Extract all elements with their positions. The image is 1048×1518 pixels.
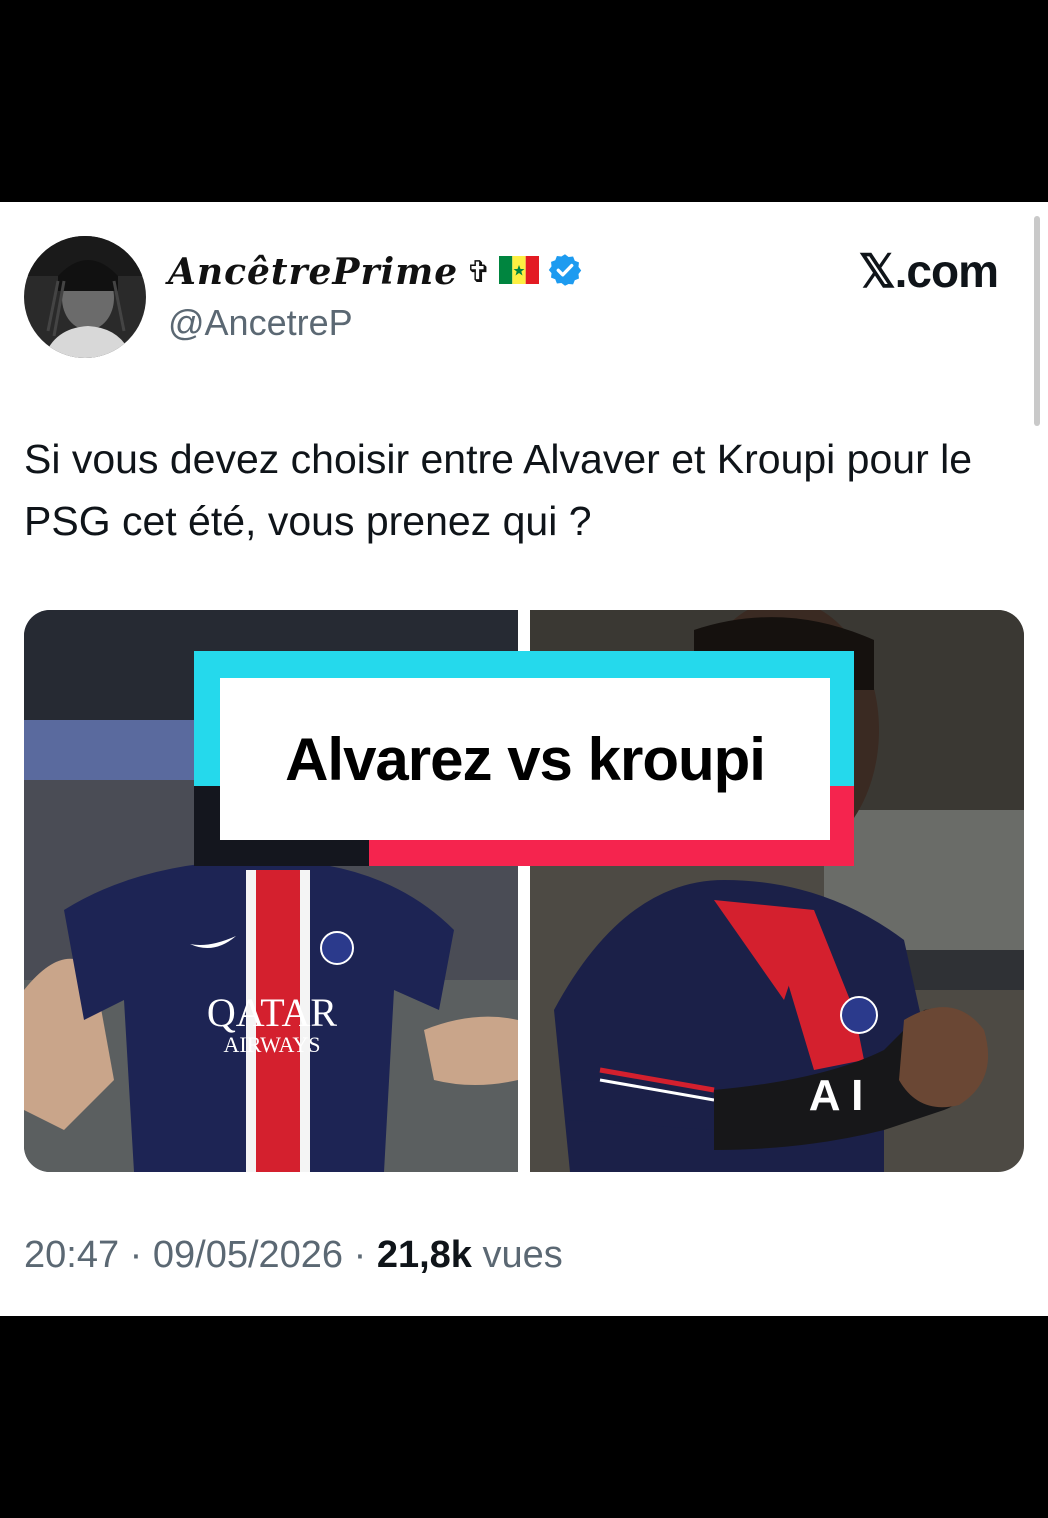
cross-symbol: ✞ xyxy=(466,254,492,290)
overlay-title-box: Alvarez vs kroupi xyxy=(220,678,830,840)
senegal-flag-icon xyxy=(499,255,540,289)
views-count[interactable]: 21,8k xyxy=(377,1234,472,1276)
overlay-title: Alvarez vs kroupi xyxy=(285,725,766,793)
author-handle[interactable]: @AncetreP xyxy=(168,302,353,344)
x-com-logo: 𝕏.com xyxy=(858,245,999,297)
avatar[interactable] xyxy=(24,236,146,358)
tweet-text: Si vous devez choisir entre Alvaver et K… xyxy=(24,436,973,544)
sponsor-text-line2: AIRWAYS xyxy=(224,1032,321,1057)
video-title-overlay: Alvarez vs kroupi xyxy=(194,651,854,866)
views-label: vues xyxy=(482,1234,563,1276)
author-name-row[interactable]: AncêtrePrime ✞ xyxy=(168,246,583,298)
display-name[interactable]: AncêtrePrime xyxy=(168,251,458,293)
scrollbar[interactable] xyxy=(1034,216,1040,426)
tweet-card: AncêtrePrime ✞ @AncetreP 𝕏.com Si vous d… xyxy=(0,202,1048,1316)
tweet-time[interactable]: 20:47 xyxy=(24,1234,119,1276)
verified-badge-icon xyxy=(547,252,583,293)
right-sponsor-partial: A I xyxy=(809,1071,864,1120)
separator: · xyxy=(343,1234,377,1276)
tweet-meta: 20:47 · 09/05/2026 · 21,8k vues xyxy=(24,1234,563,1277)
sponsor-text-line1: QATAR xyxy=(207,990,337,1035)
tweet-date[interactable]: 09/05/2026 xyxy=(153,1234,343,1276)
separator: · xyxy=(119,1234,153,1276)
